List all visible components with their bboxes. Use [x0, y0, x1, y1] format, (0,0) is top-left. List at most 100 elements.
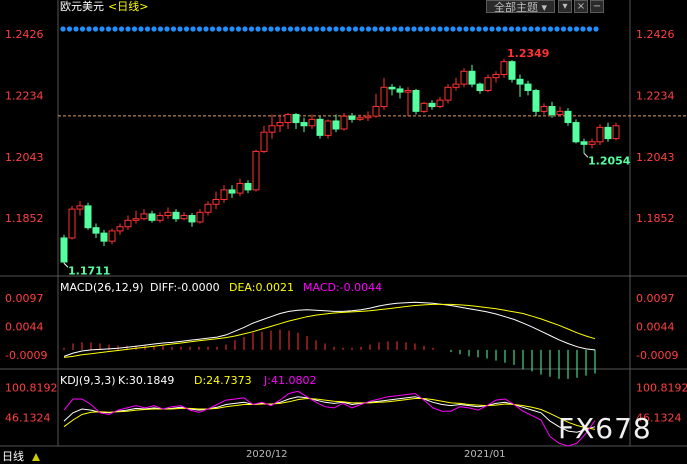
- candle-body: [252, 150, 260, 191]
- candle-body: [132, 218, 140, 221]
- event-dot: [170, 26, 177, 32]
- price-tick-left: 1.1852: [5, 212, 44, 225]
- candle-body: [348, 115, 356, 120]
- kdj-title: KDJ(9,3,3): [60, 374, 116, 387]
- event-dot: [313, 26, 320, 32]
- watermark: FX678: [558, 412, 652, 445]
- macd-dea-legend: DEA:0.0021: [229, 281, 294, 294]
- event-dot: [268, 26, 274, 32]
- event-dot: [144, 26, 151, 32]
- event-dot: [586, 26, 593, 32]
- event-dot: [411, 26, 417, 32]
- event-dot: [203, 26, 209, 32]
- event-dot: [248, 26, 255, 32]
- price-tick-left: 1.2234: [5, 90, 44, 103]
- event-dot: [398, 26, 404, 32]
- event-dot: [164, 26, 170, 32]
- event-dot: [391, 26, 398, 32]
- event-dot: [417, 26, 424, 32]
- event-dot: [508, 26, 515, 32]
- event-dot: [450, 26, 456, 32]
- event-dot: [105, 26, 112, 32]
- event-dot: [73, 26, 79, 32]
- event-dot: [333, 26, 339, 32]
- event-dot: [424, 26, 430, 32]
- event-dot: [66, 26, 73, 32]
- kdj-j-line: [63, 390, 596, 447]
- kdj-d-legend: D:24.7373: [194, 374, 252, 387]
- event-dot: [339, 26, 346, 32]
- event-dot: [456, 26, 463, 32]
- candle-body: [588, 141, 596, 145]
- event-dot: [177, 26, 183, 32]
- event-dot: [502, 26, 508, 32]
- event-dot: [521, 26, 528, 32]
- candle-body: [140, 213, 148, 220]
- candle-body: [68, 208, 76, 239]
- candle-body: [148, 213, 156, 221]
- event-dot: [372, 26, 378, 32]
- event-dot: [469, 26, 476, 32]
- price-tick-left: 1.2043: [5, 151, 44, 164]
- candle-body: [300, 122, 308, 127]
- macd-tick-right: 0.0044: [636, 320, 675, 333]
- low-label: 1.2054: [588, 154, 631, 167]
- candle-body: [244, 182, 252, 191]
- candle-body: [84, 205, 92, 229]
- event-dot: [515, 26, 521, 32]
- event-dot: [482, 26, 489, 32]
- candle-body: [332, 120, 340, 130]
- event-dot: [534, 26, 541, 32]
- macd-title: MACD(26,12,9): [60, 281, 144, 294]
- event-dot: [300, 26, 307, 32]
- event-dot: [567, 26, 573, 32]
- candle-body: [372, 106, 380, 117]
- candle-body: [516, 78, 524, 85]
- event-dot: [495, 26, 502, 32]
- candle-body: [444, 86, 452, 101]
- event-dot: [138, 26, 144, 32]
- candle-body: [500, 61, 508, 75]
- candle-body: [228, 189, 236, 194]
- candle-body: [508, 61, 516, 80]
- event-dot: [209, 26, 216, 32]
- candle-body: [580, 141, 588, 145]
- macd-diff-legend: DIFF:-0.0000: [150, 281, 220, 294]
- event-dot: [99, 26, 105, 32]
- candle-body: [540, 106, 548, 112]
- candle-body: [124, 219, 132, 228]
- price-tick-right: 1.2426: [636, 28, 675, 41]
- candle-body: [180, 215, 188, 220]
- candle-body: [92, 227, 100, 234]
- event-dot: [528, 26, 534, 32]
- price-tick-left: 1.2426: [5, 28, 44, 41]
- candle-body: [364, 115, 372, 119]
- start-low-label: 1.1711: [68, 264, 110, 277]
- candle-body: [260, 131, 268, 152]
- high-marker: [502, 55, 504, 58]
- candle-body: [188, 215, 196, 223]
- kdj-tick-left: 46.1324: [5, 412, 51, 425]
- candle-body: [404, 90, 412, 93]
- event-dot: [157, 26, 164, 32]
- candle-body: [420, 102, 428, 112]
- candle-body: [476, 83, 484, 92]
- candle-body: [460, 70, 468, 85]
- event-dots: [60, 26, 599, 32]
- kdj-tick-right: 100.8192: [636, 381, 687, 394]
- candle-body: [524, 83, 532, 92]
- event-dot: [118, 26, 125, 32]
- candle-body: [340, 115, 348, 130]
- event-dot: [307, 26, 313, 32]
- candle-body: [324, 120, 332, 136]
- candle-body: [604, 126, 612, 140]
- candle-body: [484, 77, 492, 92]
- event-dot: [281, 26, 287, 32]
- high-label: 1.2349: [507, 47, 549, 60]
- event-dot: [196, 26, 203, 32]
- event-dot: [489, 26, 495, 32]
- event-dot: [463, 26, 469, 32]
- candle-body: [492, 73, 500, 79]
- event-dot: [404, 26, 411, 32]
- triangle-up-icon[interactable]: [32, 453, 40, 461]
